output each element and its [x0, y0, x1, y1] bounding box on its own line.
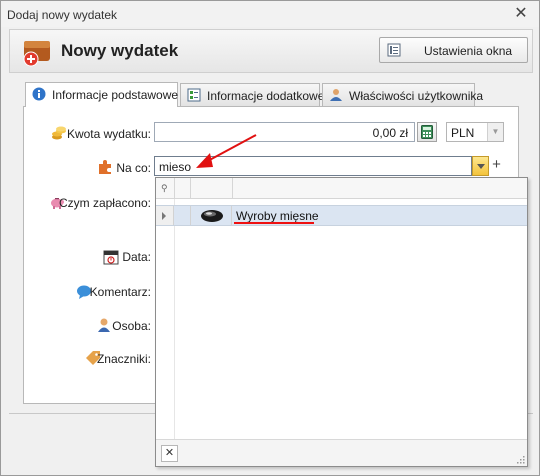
- person-label: Osoba:: [112, 319, 151, 333]
- tags-label: Znaczniki:: [96, 352, 151, 366]
- wallet-add-icon: [23, 41, 50, 67]
- coins-icon: [52, 126, 66, 140]
- category-dropdown-popup: ⚲ Wyroby mięsne ✕: [155, 177, 528, 467]
- person-icon: [98, 318, 110, 332]
- user-icon: [330, 89, 342, 101]
- calendar-icon: [103, 250, 119, 265]
- tab-additional-info[interactable]: Informacje dodatkowe: [180, 83, 324, 107]
- amount-value: 0,00 zł: [372, 126, 408, 140]
- tab-user-properties-label: Właściwości użytkownika: [349, 89, 484, 103]
- calculator-button[interactable]: [417, 122, 437, 142]
- popup-footer: ✕: [156, 439, 527, 466]
- tab-basic-info[interactable]: Informacje podstawowe: [25, 82, 178, 107]
- category-dropdown-button[interactable]: [472, 156, 489, 176]
- column-divider: [231, 206, 232, 225]
- title-bar: Dodaj nowy wydatek ✕: [1, 1, 539, 27]
- close-popup-button[interactable]: ✕: [161, 445, 178, 462]
- add-category-button[interactable]: +: [489, 156, 504, 176]
- meat-icon: [201, 210, 223, 222]
- header-cell: [191, 178, 233, 199]
- tab-user-properties[interactable]: Właściwości użytkownika: [322, 83, 483, 107]
- result-label: Wyroby mięsne: [236, 209, 319, 223]
- window-title: Dodaj nowy wydatek: [7, 8, 118, 22]
- amount-input[interactable]: 0,00 zł: [154, 122, 415, 142]
- date-label: Data:: [122, 250, 151, 264]
- currency-value: PLN: [451, 126, 475, 140]
- popup-header: ⚲: [156, 178, 527, 199]
- puzzle-icon: [99, 160, 111, 174]
- info-icon: [32, 87, 46, 101]
- payment-method-label: Czym zapłacono:: [58, 196, 151, 210]
- tab-additional-info-label: Informacje dodatkowe: [207, 89, 325, 103]
- currency-select[interactable]: PLN ▼: [446, 122, 504, 142]
- row-indicator: [156, 206, 174, 225]
- tab-basic-info-label: Informacje podstawowe: [52, 88, 179, 102]
- window-settings-label: Ustawienia okna: [424, 44, 513, 58]
- dialog-window: Dodaj nowy wydatek ✕ Nowy wydatek Ustawi…: [0, 0, 540, 476]
- close-window-button[interactable]: ✕: [513, 6, 529, 22]
- dialog-title: Nowy wydatek: [61, 41, 179, 60]
- result-row[interactable]: Wyroby mięsne: [156, 205, 527, 226]
- resize-grip-icon[interactable]: [515, 454, 525, 464]
- chevron-right-icon: [162, 212, 166, 220]
- dialog-header: Nowy wydatek Ustawienia okna: [9, 29, 533, 73]
- annotation-underline: [234, 222, 314, 224]
- settings-list-icon: [387, 43, 401, 57]
- amount-label: Kwota wydatku:: [66, 127, 151, 141]
- chevron-down-icon: [477, 164, 485, 169]
- chevron-down-icon: ▼: [487, 123, 503, 141]
- comment-label: Komentarz:: [89, 285, 151, 299]
- header-cell: [175, 178, 191, 199]
- category-input[interactable]: mieso: [154, 156, 472, 176]
- window-settings-button[interactable]: Ustawienia okna: [379, 37, 528, 63]
- category-label: Na co:: [116, 161, 151, 175]
- column-divider: [174, 199, 175, 442]
- filter-column[interactable]: ⚲: [156, 178, 175, 199]
- column-divider: [190, 206, 191, 225]
- list-icon: [187, 88, 201, 102]
- calculator-icon: [421, 125, 433, 139]
- category-value: mieso: [159, 160, 192, 174]
- pin-icon: ⚲: [161, 183, 168, 193]
